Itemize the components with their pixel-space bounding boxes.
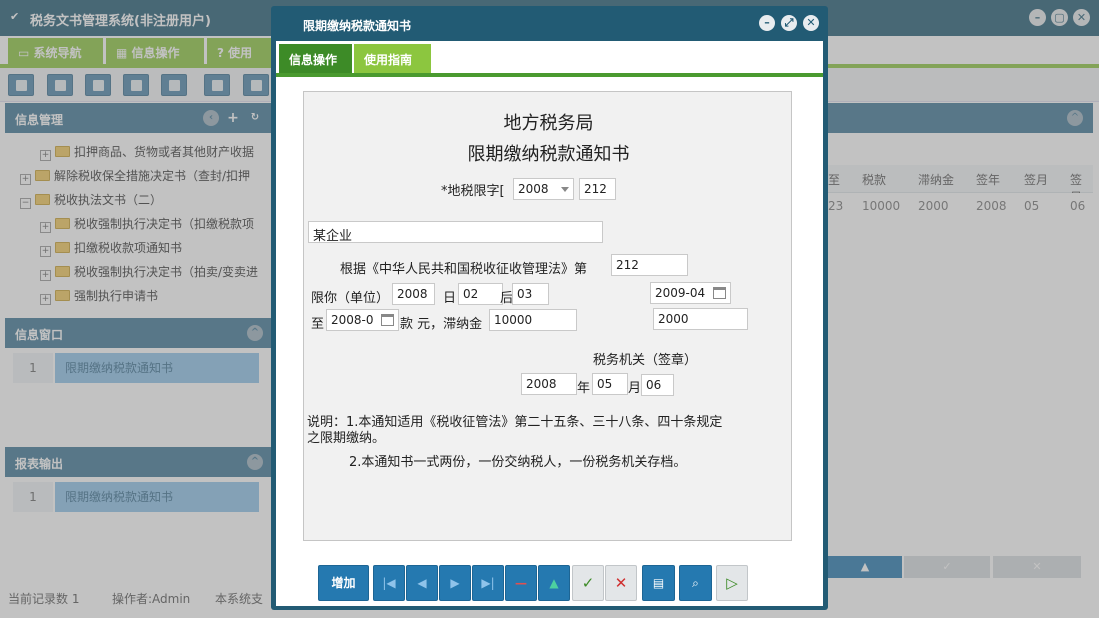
month-label: 月: [628, 381, 642, 396]
confirm-icon[interactable]: ✓: [572, 565, 604, 601]
company-field[interactable]: 某企业: [308, 221, 603, 243]
cancel-icon[interactable]: ✕: [605, 565, 637, 601]
tax-office-label: 税务机关（签章）: [593, 353, 698, 368]
limit-label: 限你（单位）: [311, 291, 390, 306]
sign-year-field[interactable]: 2008: [521, 373, 577, 395]
add-button[interactable]: 增加: [318, 565, 369, 601]
chevron-down-icon: [561, 187, 569, 192]
amount-label: 款 元，滞纳金: [400, 317, 483, 332]
first-record-icon[interactable]: |◀: [373, 565, 405, 601]
dialog-title: 限期缴纳税款通知书: [303, 19, 412, 33]
calendar-icon[interactable]: [381, 314, 394, 326]
delete-icon[interactable]: —: [505, 565, 537, 601]
dialog-body: 信息操作 使用指南 地方税务局 限期缴纳税款通知书 *地税限字[ 2008 21…: [276, 41, 823, 606]
tab-info-ops[interactable]: 信息操作: [279, 44, 352, 73]
minimize-icon[interactable]: –: [759, 15, 775, 31]
tab-user-guide[interactable]: 使用指南: [354, 44, 431, 73]
tab-label: 信息操作: [289, 53, 338, 67]
sign-month-field[interactable]: 05: [592, 373, 628, 395]
late-fee-field[interactable]: 2000: [653, 308, 748, 330]
play-icon[interactable]: ▷: [716, 565, 748, 601]
year-label: 年: [577, 381, 591, 396]
print-icon[interactable]: ▤: [642, 565, 675, 601]
previous-record-icon[interactable]: ◀: [406, 565, 438, 601]
last-record-icon[interactable]: ▶|: [472, 565, 504, 601]
note-line: 之限期缴纳。: [307, 431, 386, 446]
next-record-icon[interactable]: ▶: [439, 565, 471, 601]
tax-number-field[interactable]: 212: [579, 178, 616, 200]
calendar-icon[interactable]: [713, 287, 726, 299]
to-date-picker[interactable]: 2008-0: [326, 309, 399, 331]
tax-limit-label: *地税限字[: [441, 184, 505, 199]
note-line: 说明：1.本通知适用《税收征管法》第二十五条、三十八条、四十条规定: [307, 415, 723, 430]
form-subheading: 限期缴纳税款通知书: [467, 144, 630, 165]
note-line: 2.本通知书一式两份，一份交纳税人，一份税务机关存档。: [349, 455, 687, 470]
tax-year-select[interactable]: 2008: [513, 178, 574, 200]
notice-dialog: 限期缴纳税款通知书 – ⤢ ✕ 信息操作 使用指南 地方税务局 限期缴纳税款通知…: [271, 6, 828, 610]
notice-form: 地方税务局 限期缴纳税款通知书 *地税限字[ 2008 212 某企业 根据《中…: [303, 91, 792, 541]
select-value: 2008: [518, 182, 549, 196]
sign-day-field[interactable]: 06: [641, 374, 674, 396]
date-value: 2008-0: [331, 313, 374, 327]
day-label: 日: [443, 291, 457, 306]
to-label: 至: [311, 317, 325, 332]
limit-month-field[interactable]: 03: [512, 283, 549, 305]
date-value: 2009-04: [655, 286, 706, 300]
tab-divider: [276, 73, 823, 77]
up-icon[interactable]: ▲: [538, 565, 570, 601]
maximize-icon[interactable]: ⤢: [781, 15, 797, 31]
amount-field[interactable]: 10000: [489, 309, 577, 331]
limit-year-field[interactable]: 2008: [392, 283, 435, 305]
tab-label: 使用指南: [364, 53, 413, 67]
law-text: 根据《中华人民共和国税收征收管理法》第: [340, 262, 588, 277]
law-article-field[interactable]: 212: [611, 254, 688, 276]
form-heading: 地方税务局: [503, 113, 594, 134]
date-picker[interactable]: 2009-04: [650, 282, 731, 304]
close-icon[interactable]: ✕: [803, 15, 819, 31]
preview-icon[interactable]: ⌕: [679, 565, 712, 601]
limit-day-field[interactable]: 02: [458, 283, 503, 305]
